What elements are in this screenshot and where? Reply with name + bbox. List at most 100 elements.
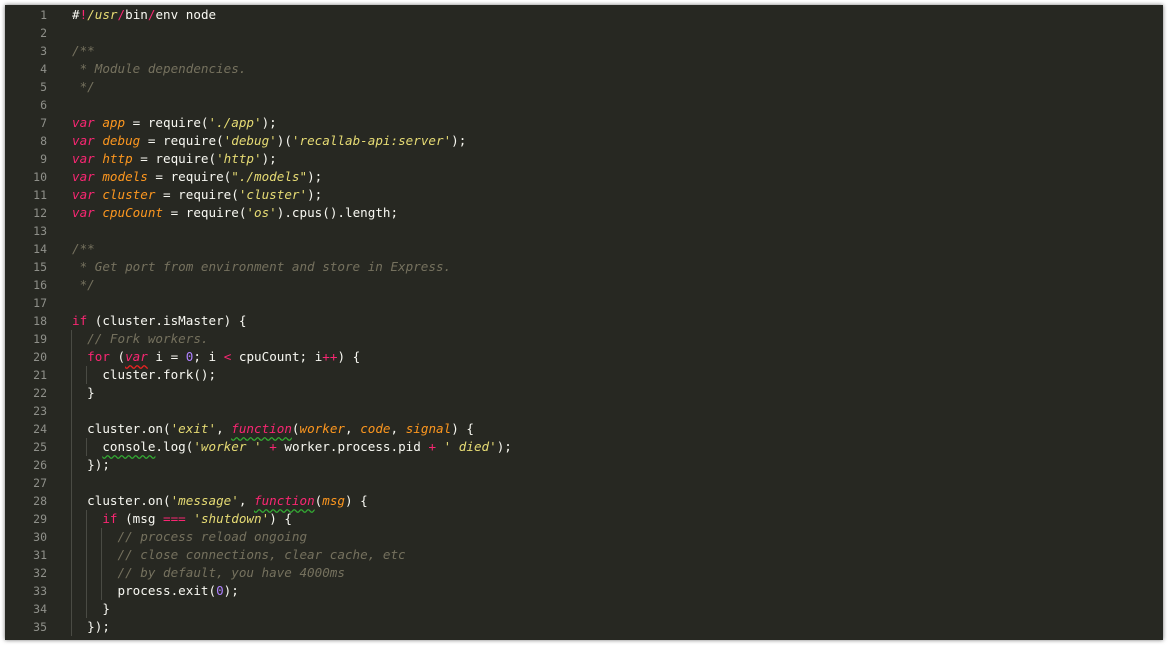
code-token: 'debug' [223,133,277,148]
code-line[interactable]: 32 // by default, you have 4000ms [5,564,1163,582]
code-line[interactable]: 35 }); [5,618,1163,636]
code-token: = require( [125,115,209,130]
code-line[interactable]: 27 [5,474,1163,492]
code-token: , [345,421,361,436]
code-token: /** [72,241,95,256]
code-line[interactable]: 18 if (cluster.isMaster) { [5,312,1163,330]
code-token: var [72,133,95,148]
code-token: 'exit' [170,421,217,436]
code-token: 'recallab-api:server' [291,133,452,148]
line-number: 5 [40,80,47,94]
code-line[interactable]: 14 /** [5,240,1163,258]
code-line[interactable]: 7 var app = require('./app'); [5,114,1163,132]
code-token: var [72,205,95,220]
line-number: 16 [33,278,47,292]
code-text: */ [72,78,95,96]
code-token: function [254,493,315,508]
code-token: ; i [193,349,224,364]
code-line[interactable]: 3 /** [5,42,1163,60]
code-token: ); [261,151,277,166]
code-token: env node [155,7,217,22]
code-editor[interactable]: 1 #!/usr/bin/env node 2 3/** 4 * Module depe… [5,5,1163,640]
code-line[interactable]: 11 var cluster = require('cluster'); [5,186,1163,204]
line-number: 3 [40,44,47,58]
code-line[interactable]: 29 if (msg === 'shutdown') { [5,510,1163,528]
code-token: function [231,421,292,436]
code-line[interactable]: 33 process.exit(0); [5,582,1163,600]
code-text: // Fork workers. [72,330,208,348]
code-text: if (cluster.isMaster) { [72,312,246,330]
code-token: var [72,169,95,184]
code-line[interactable]: 16 */ [5,276,1163,294]
code-token: , [390,421,406,436]
code-line[interactable]: 34 } [5,600,1163,618]
code-line[interactable]: 23 [5,402,1163,420]
code-line[interactable]: 25 console.log('worker ' + worker.proces… [5,438,1163,456]
line-number: 33 [33,584,47,598]
code-token: /** [72,43,95,58]
code-token: worker.process.pid [276,439,429,454]
line-number: 13 [33,224,47,238]
code-text: // process reload ongoing [72,528,308,546]
code-token: // process reload ongoing [117,529,308,544]
code-token: // close connections, clear cache, etc [117,547,406,562]
code-token: process.exit( [72,583,217,598]
code-token: app [102,115,126,130]
code-line[interactable]: 17 [5,294,1163,312]
line-number: 12 [33,206,47,220]
code-line[interactable]: 2 [5,24,1163,42]
code-text: } [72,384,95,402]
code-token: var [125,349,148,364]
code-token: ) { [451,421,474,436]
code-token: / [117,7,126,22]
code-line[interactable]: 31 // close connections, clear cache, et… [5,546,1163,564]
code-token: worker [299,421,346,436]
code-token: http [102,151,133,166]
code-text: if (msg === 'shutdown') { [72,510,292,528]
code-text: }); [72,618,110,636]
code-line[interactable]: 21 cluster.fork(); [5,366,1163,384]
code-token: (cluster.isMaster) { [87,313,247,328]
code-token: cluster.on( [72,421,171,436]
line-number: 31 [33,548,47,562]
code-text: var models = require("./models"); [72,168,322,186]
code-line[interactable]: 10 var models = require("./models"); [5,168,1163,186]
code-token: code [360,421,391,436]
code-line[interactable]: 9 var http = require('http'); [5,150,1163,168]
line-number: 35 [33,620,47,634]
code-token: ++ [322,349,338,364]
code-line[interactable]: 24 cluster.on('exit', function(worker, c… [5,420,1163,438]
code-token: ); [307,187,323,202]
code-line[interactable]: 8 var debug = require('debug')('recallab-… [5,132,1163,150]
code-line[interactable]: 15 * Get port from environment and store… [5,258,1163,276]
code-token: 'os' [246,205,277,220]
code-line[interactable]: 26 }); [5,456,1163,474]
code-line[interactable]: 1 #!/usr/bin/env node [5,6,1163,24]
code-token: , [216,421,232,436]
code-token: * Module dependencies. [72,61,247,76]
code-line[interactable]: 6 [5,96,1163,114]
code-line[interactable]: 28 cluster.on('message', function(msg) { [5,492,1163,510]
code-token: cpuCount [102,205,164,220]
code-token: ) { [345,493,368,508]
code-token: ); [496,439,512,454]
code-token: 'message' [170,493,239,508]
code-token: 0 [216,583,224,598]
code-line[interactable]: 13 [5,222,1163,240]
line-number: 30 [33,530,47,544]
code-text: var app = require('./app'); [72,114,277,132]
code-line[interactable]: 22 } [5,384,1163,402]
code-line[interactable]: 4 * Module dependencies. [5,60,1163,78]
code-line[interactable]: 19 // Fork workers. [5,330,1163,348]
code-text: // close connections, clear cache, etc [72,546,406,564]
code-text: * Module dependencies. [72,60,247,78]
code-text: // by default, you have 4000ms [72,564,345,582]
code-line[interactable]: 5 */ [5,78,1163,96]
code-line[interactable]: 12 var cpuCount = require('os').cpus().le… [5,204,1163,222]
code-token: ( [291,421,300,436]
code-line[interactable]: 20 for (var i = 0; i < cpuCount; i++) { [5,348,1163,366]
code-line[interactable]: 30 // process reload ongoing [5,528,1163,546]
